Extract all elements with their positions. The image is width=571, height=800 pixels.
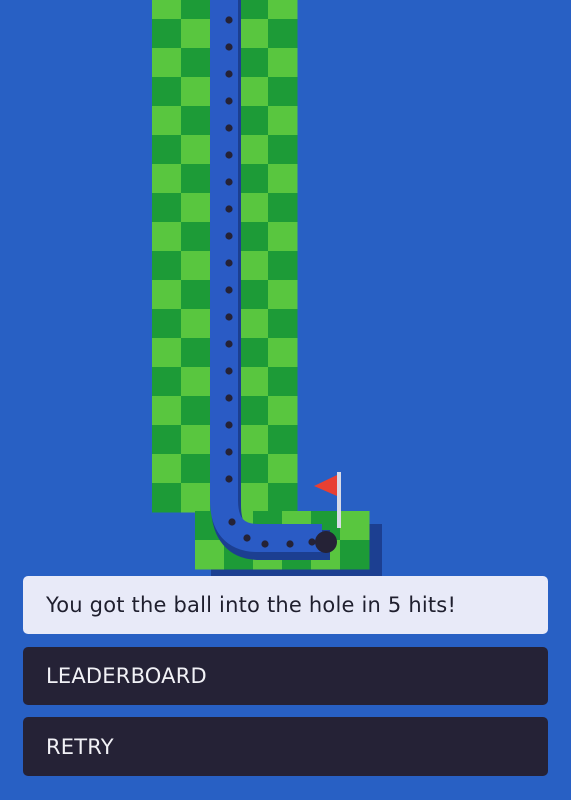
retry-button-label: RETRY — [46, 734, 114, 759]
flag-pole — [337, 472, 341, 528]
flag-cloth — [314, 475, 337, 496]
game-screen: You got the ball into the hole in 5 hits… — [0, 0, 571, 800]
golf-ball — [315, 531, 337, 553]
result-message: You got the ball into the hole in 5 hits… — [23, 576, 548, 634]
result-message-text: You got the ball into the hole in 5 hits… — [46, 593, 457, 617]
retry-button[interactable]: RETRY — [23, 717, 548, 776]
golf-course — [152, 0, 382, 576]
leaderboard-button[interactable]: LEADERBOARD — [23, 647, 548, 705]
leaderboard-button-label: LEADERBOARD — [46, 664, 207, 688]
